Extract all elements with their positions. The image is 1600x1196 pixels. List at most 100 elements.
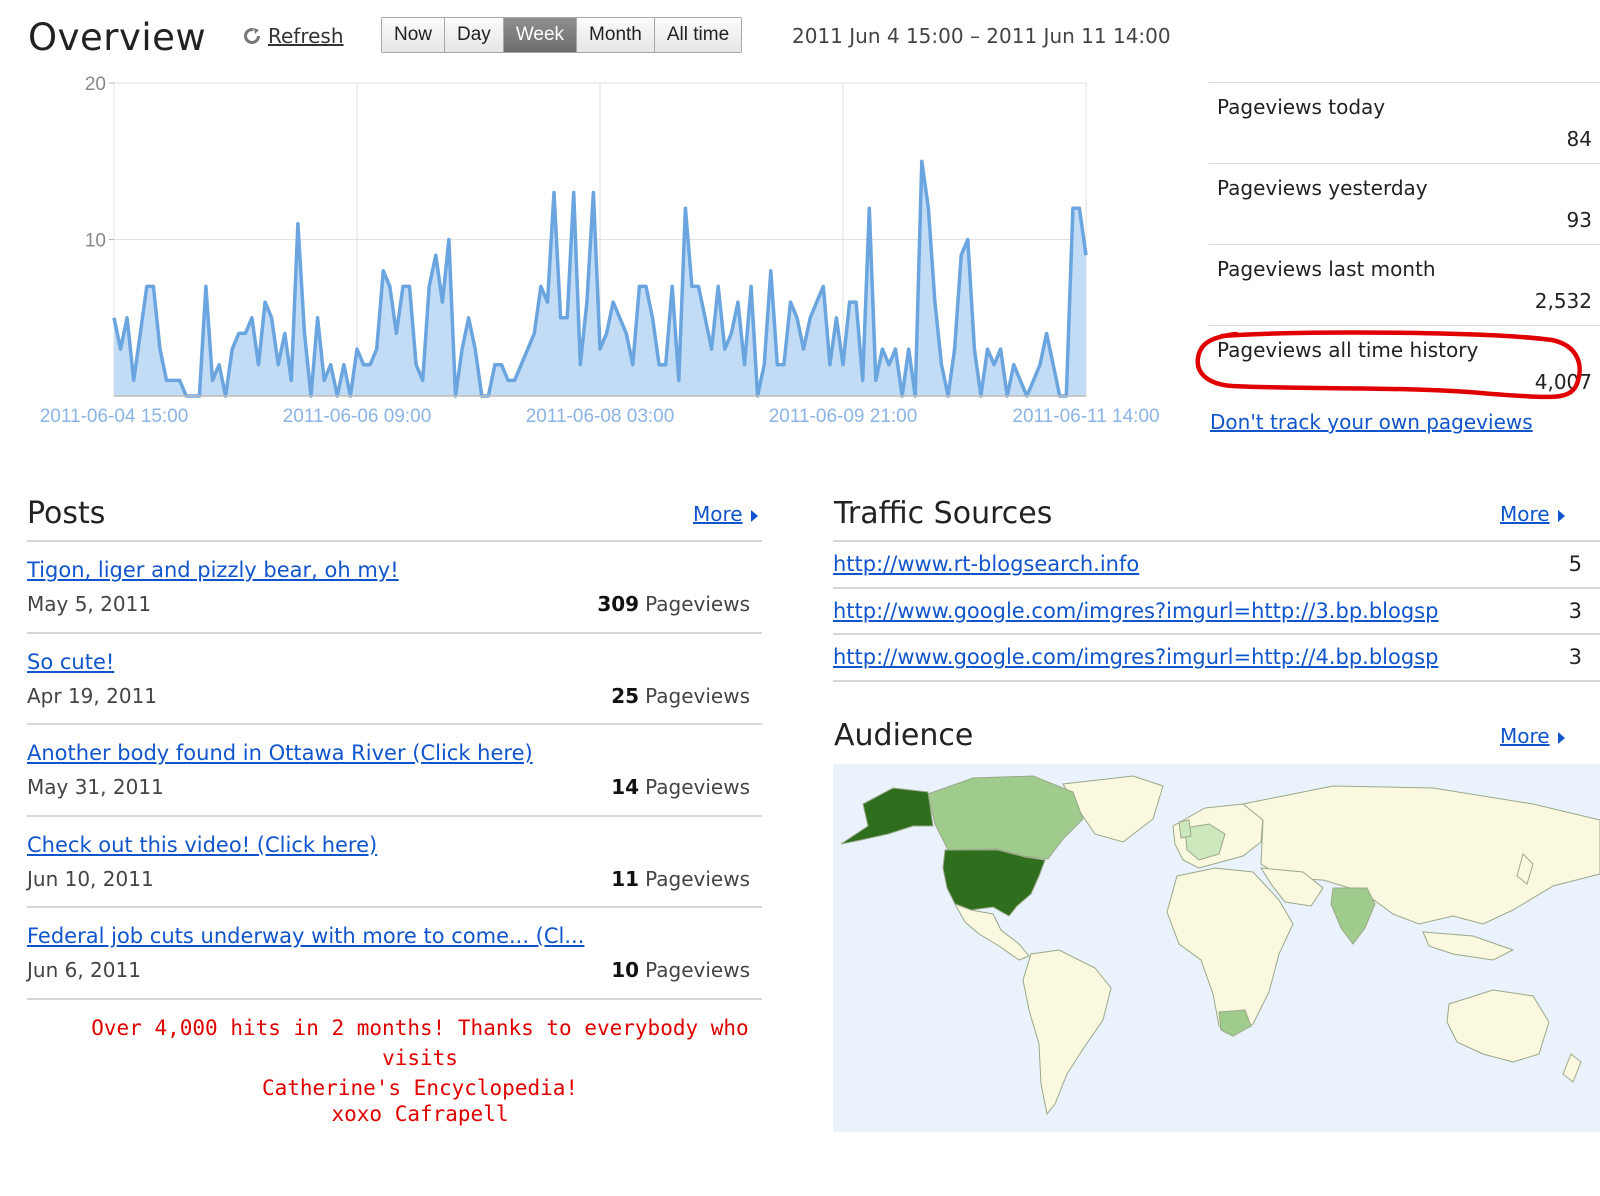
stat-value: 84 [1566, 127, 1592, 151]
map-region-canada [927, 775, 1084, 860]
chart-x-tick-label: 2011-06-04 15:00 [40, 406, 189, 427]
chart-y-tick-label: 10 [85, 231, 106, 252]
world-map-svg [840, 775, 1600, 1116]
post-pageview-count: 14 [611, 775, 640, 799]
post-title-link[interactable]: So cute! [27, 650, 114, 674]
refresh-icon [244, 28, 260, 44]
list-item: So cute! Apr 19, 2011 25 Pageviews [27, 634, 762, 725]
post-title-link[interactable]: Federal job cuts underway with more to c… [27, 924, 584, 948]
traffic-sources-heading: Traffic Sources [834, 496, 1053, 531]
map-region-southeast-asia [1422, 931, 1515, 961]
stat-label: Pageviews last month [1217, 257, 1436, 281]
stat-label: Pageviews yesterday [1217, 176, 1428, 200]
note-line-2: Catherine's Encyclopedia! [261, 1076, 579, 1100]
chart-x-tick-label: 2011-06-08 03:00 [526, 406, 675, 427]
post-pageview-unit: Pageviews [645, 592, 750, 616]
post-title-link[interactable]: Check out this video! (Click here) [27, 833, 377, 857]
post-pageview-count: 11 [611, 866, 640, 891]
chart-x-tick-label: 2011-06-06 09:00 [283, 406, 432, 427]
post-pageviews: 11 Pageviews [611, 867, 750, 891]
post-date: May 31, 2011 [27, 775, 164, 799]
post-pageviews: 10 Pageviews [611, 958, 750, 982]
traffic-sources-list: http://www.rt-blogsearch.info 5 http://w… [833, 540, 1600, 682]
list-item: Check out this video! (Click here) Jun 1… [27, 817, 762, 908]
traffic-source-count: 3 [1568, 645, 1582, 669]
post-date: Jun 10, 2011 [27, 866, 154, 891]
posts-more-link[interactable]: More [693, 502, 758, 526]
time-range-selector: Now Day Week Month All time [381, 17, 743, 53]
map-region-south-america [1022, 949, 1112, 1116]
stat-pageviews-all-time: Pageviews all time history 4,007 [1209, 325, 1600, 406]
caret-right-icon [1557, 509, 1565, 522]
page-title: Overview [28, 16, 207, 59]
thank-you-note: Over 4,000 hits in 2 months! Thanks to e… [60, 1013, 780, 1103]
chart-y-tick-label: 20 [85, 74, 106, 95]
posts-list: Tigon, liger and pizzly bear, oh my! May… [27, 540, 762, 1000]
traffic-more-link[interactable]: More [1500, 502, 1565, 526]
post-pageview-count: 10 [611, 958, 640, 982]
posts-more-label: More [693, 502, 743, 526]
audience-more-label: More [1500, 724, 1550, 748]
caret-right-icon [1557, 731, 1565, 744]
audience-heading: Audience [834, 718, 974, 753]
caret-right-icon [750, 509, 758, 522]
post-date: Apr 19, 2011 [27, 683, 158, 708]
pageviews-chart: 20 10 2011-06-04 15:00 2011-06-06 09:00 2011… [0, 65, 1200, 445]
note-line-1: Over 4,000 hits in 2 months! Thanks to e… [91, 1016, 749, 1070]
dont-track-link[interactable]: Don't track your own pageviews [1210, 410, 1533, 434]
map-region-mexico [953, 903, 1030, 961]
stat-value: 4,007 [1534, 370, 1592, 394]
map-region-australia [1446, 989, 1550, 1063]
traffic-more-label: More [1500, 502, 1550, 526]
stat-label: Pageviews all time history [1217, 338, 1479, 362]
posts-heading: Posts [27, 496, 106, 531]
range-day-button[interactable]: Day [445, 18, 504, 52]
chart-x-tick-label: 2011-06-09 21:00 [769, 406, 918, 427]
traffic-source-link[interactable]: http://www.google.com/imgres?imgurl=http… [833, 599, 1438, 623]
map-region-south-africa [1218, 1009, 1252, 1037]
pageviews-chart-svg: 20 10 2011-06-04 15:00 2011-06-06 09:00 2011… [40, 74, 1160, 427]
stat-value: 93 [1566, 208, 1592, 232]
post-pageviews: 14 Pageviews [611, 775, 750, 799]
stat-label: Pageviews today [1217, 95, 1386, 119]
post-pageview-unit: Pageviews [645, 775, 750, 799]
list-item: Tigon, liger and pizzly bear, oh my! May… [27, 542, 762, 634]
post-date: Jun 6, 2011 [27, 958, 141, 982]
stat-pageviews-yesterday: Pageviews yesterday 93 [1209, 163, 1600, 244]
traffic-source-count: 5 [1568, 552, 1582, 576]
audience-world-map [833, 764, 1600, 1132]
range-all-time-button[interactable]: All time [654, 18, 742, 52]
map-region-india [1330, 887, 1376, 945]
range-now-button[interactable]: Now [382, 18, 446, 52]
note-signature: xoxo Cafrapell [331, 1102, 509, 1126]
traffic-source-link[interactable]: http://www.rt-blogsearch.info [833, 552, 1139, 576]
map-region-new-zealand [1562, 1053, 1582, 1083]
table-row: http://www.google.com/imgres?imgurl=http… [833, 635, 1600, 682]
map-region-alaska [840, 787, 934, 845]
stats-panel: Pageviews today 84 Pageviews yesterday 9… [1209, 82, 1600, 406]
post-pageview-count: 25 [611, 683, 640, 708]
traffic-source-count: 3 [1568, 598, 1582, 623]
post-date: May 5, 2011 [27, 592, 152, 616]
list-item: Another body found in Ottawa River (Clic… [27, 725, 762, 817]
map-region-uk [1178, 819, 1192, 839]
stat-pageviews-last-month: Pageviews last month 2,532 [1209, 244, 1600, 325]
refresh-button[interactable]: Refresh [242, 24, 344, 48]
list-item: Federal job cuts underway with more to c… [27, 908, 762, 1000]
chart-x-tick-label: 2011-06-11 14:00 [1012, 406, 1159, 427]
post-title-link[interactable]: Tigon, liger and pizzly bear, oh my! [27, 558, 399, 582]
post-pageviews: 309 Pageviews [597, 592, 750, 616]
post-title-link[interactable]: Another body found in Ottawa River (Clic… [27, 741, 533, 765]
post-pageview-unit: Pageviews [645, 958, 750, 982]
post-pageview-unit: Pageviews [645, 683, 750, 708]
table-row: http://www.google.com/imgres?imgurl=http… [833, 589, 1600, 635]
range-month-button[interactable]: Month [577, 18, 655, 52]
post-pageviews: 25 Pageviews [611, 684, 750, 708]
stat-pageviews-today: Pageviews today 84 [1209, 82, 1600, 163]
table-row: http://www.rt-blogsearch.info 5 [833, 542, 1600, 589]
range-week-button[interactable]: Week [503, 18, 578, 52]
traffic-source-link[interactable]: http://www.google.com/imgres?imgurl=http… [833, 645, 1438, 669]
audience-more-link[interactable]: More [1500, 724, 1565, 748]
stat-value: 2,532 [1534, 289, 1592, 313]
post-pageview-unit: Pageviews [645, 866, 750, 891]
